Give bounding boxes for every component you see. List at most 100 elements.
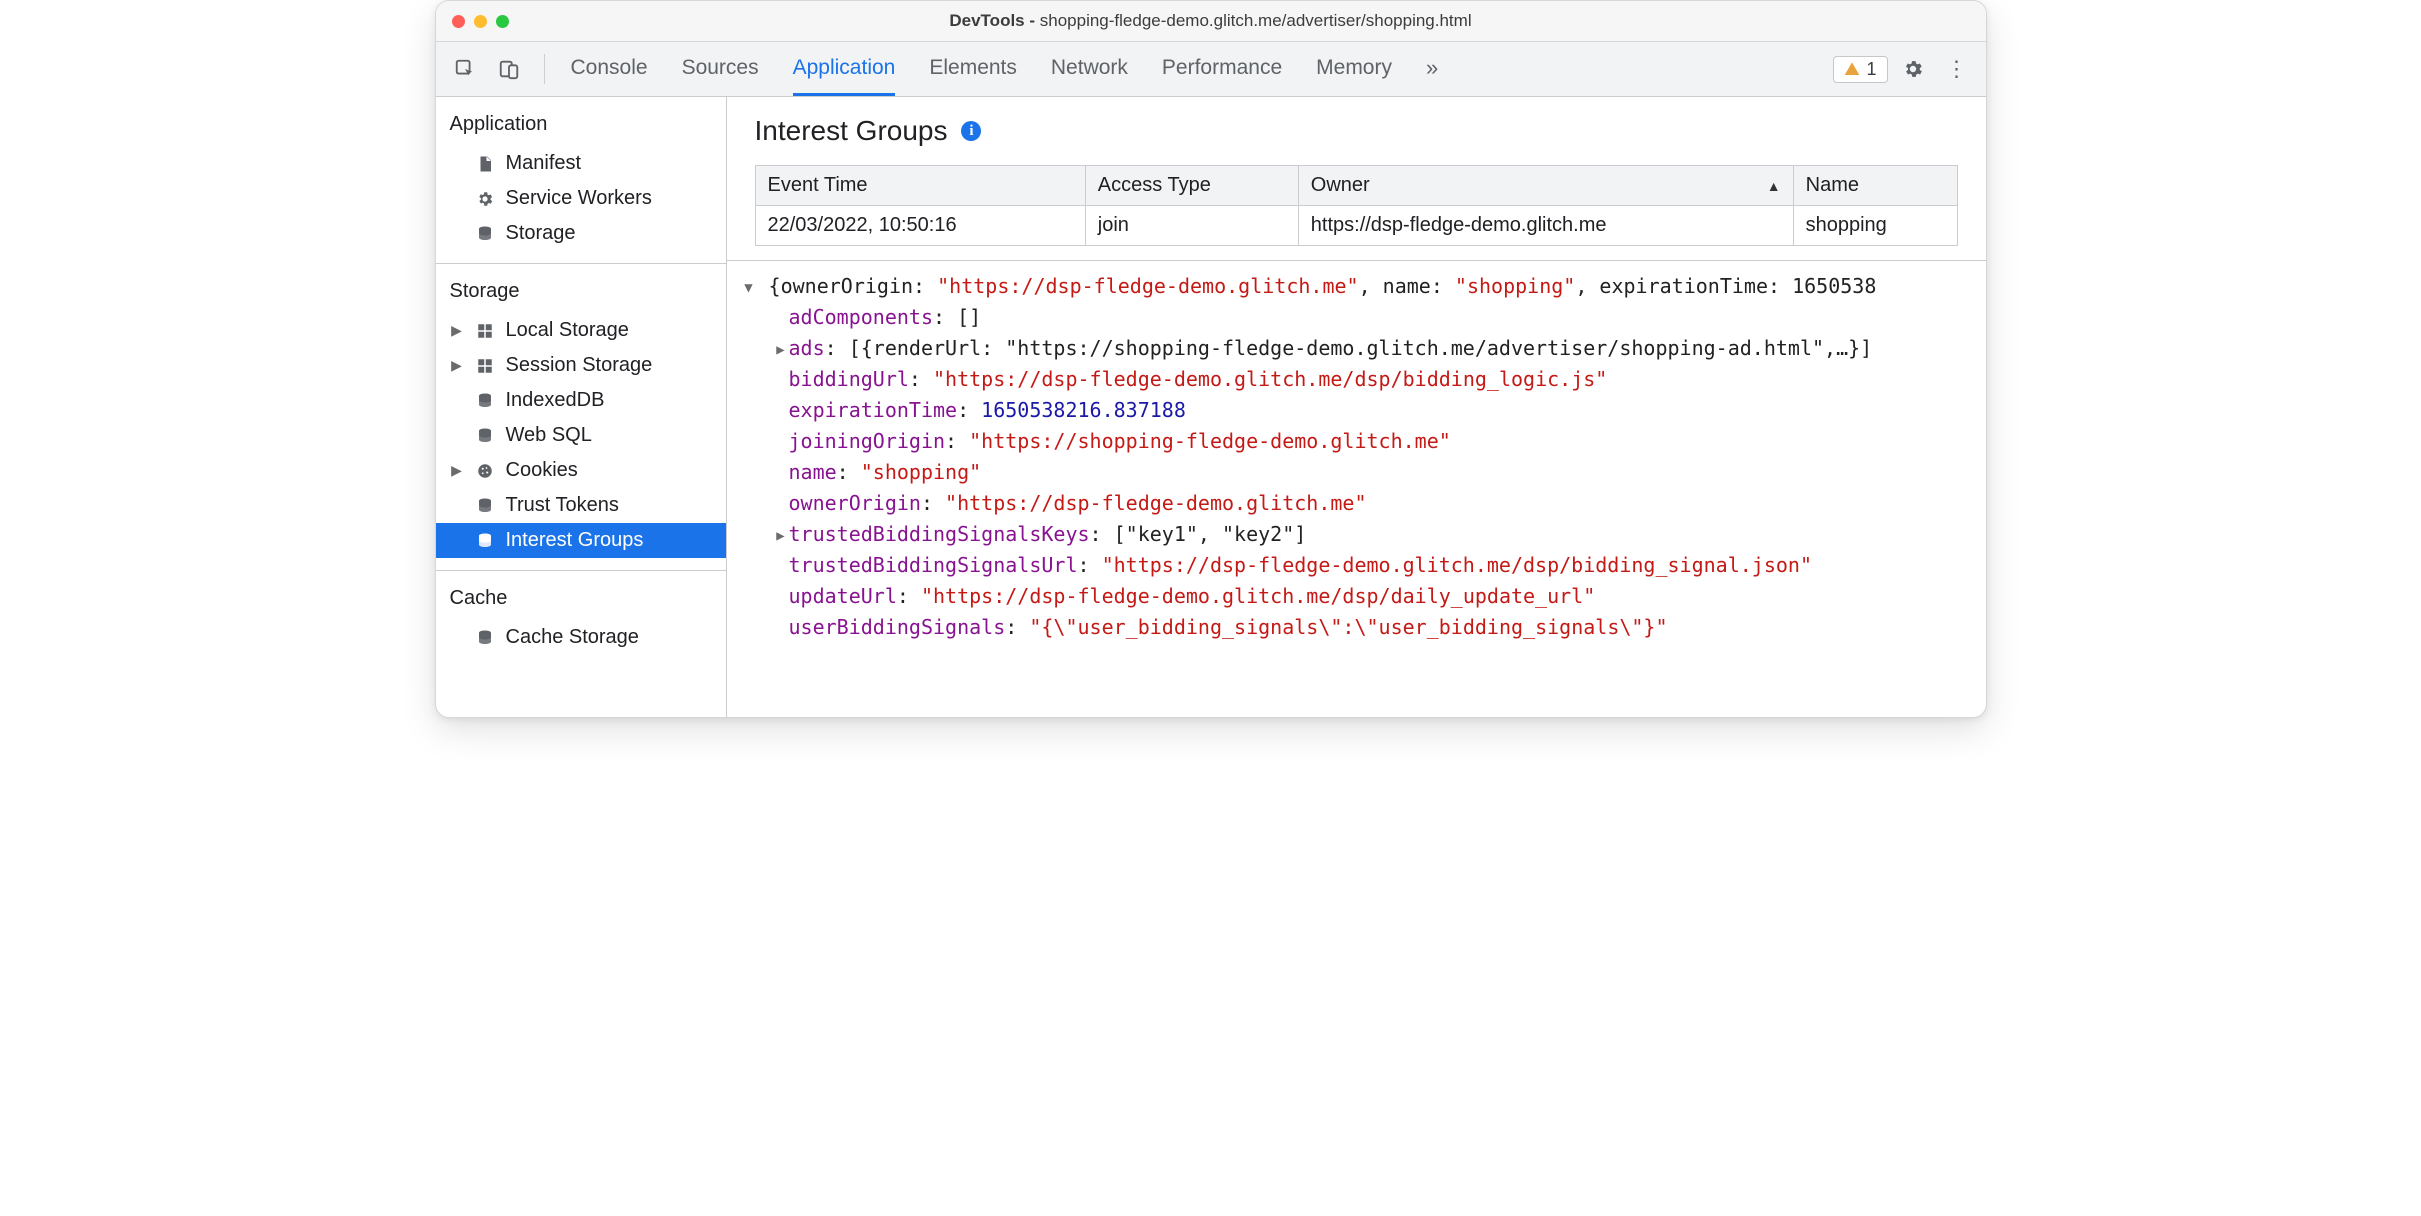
grid-icon — [474, 357, 496, 375]
cookie-icon — [474, 462, 496, 480]
console-warnings-pill[interactable]: 1 — [1833, 56, 1887, 83]
sidebar-section-cache: Cache — [436, 583, 726, 620]
warning-count: 1 — [1866, 59, 1876, 80]
more-icon[interactable]: ⋮ — [1938, 50, 1976, 88]
cell-event-time: 22/03/2022, 10:50:16 — [755, 206, 1085, 246]
sidebar-item-manifest[interactable]: Manifest — [436, 146, 726, 181]
devtools-toolbar: Console Sources Application Elements Net… — [436, 42, 1986, 97]
sidebar-item-label: Cache Storage — [506, 626, 639, 649]
application-sidebar: Application Manifest Service Workers Storag… — [436, 97, 727, 717]
zoom-window-button[interactable] — [496, 15, 509, 28]
tab-network[interactable]: Network — [1051, 42, 1128, 96]
sidebar-item-interest-groups[interactable]: Interest Groups — [436, 523, 726, 558]
title-prefix: DevTools - — [949, 11, 1039, 30]
window-title: DevTools - shopping-fledge-demo.glitch.m… — [436, 11, 1986, 31]
sidebar-item-label: Storage — [506, 222, 576, 245]
sidebar-item-label: Local Storage — [506, 319, 629, 342]
col-access-type[interactable]: Access Type — [1085, 166, 1298, 206]
sidebar-item-trust-tokens[interactable]: Trust Tokens — [436, 488, 726, 523]
disclosure-icon[interactable]: ▶ — [450, 462, 464, 479]
info-icon[interactable]: i — [961, 121, 981, 141]
object-viewer: ▼ {ownerOrigin: "https://dsp-fledge-demo… — [727, 260, 1986, 657]
title-url: shopping-fledge-demo.glitch.me/advertise… — [1040, 11, 1472, 30]
col-owner[interactable]: Owner ▲ — [1298, 166, 1793, 206]
sidebar-item-label: Web SQL — [506, 424, 592, 447]
summary-exp-val: 1650538 — [1792, 274, 1876, 298]
db-icon — [474, 497, 496, 515]
prop-ownerorigin[interactable]: ownerOrigin: "https://dsp-fledge-demo.gl… — [741, 488, 1972, 519]
summary-name: "shopping" — [1455, 274, 1575, 298]
sidebar-item-session-storage[interactable]: ▶ Session Storage — [436, 348, 726, 383]
tabs-overflow-icon[interactable]: » — [1426, 42, 1438, 96]
panel-heading: Interest Groups i — [755, 115, 1986, 147]
file-icon — [474, 155, 496, 173]
sidebar-item-label: Trust Tokens — [506, 494, 619, 517]
db-icon — [474, 629, 496, 647]
traffic-lights — [452, 15, 509, 28]
tab-application[interactable]: Application — [793, 42, 896, 96]
settings-icon[interactable] — [1894, 50, 1932, 88]
col-name[interactable]: Name — [1793, 166, 1957, 206]
summary-owner-origin: "https://dsp-fledge-demo.glitch.me" — [937, 274, 1358, 298]
events-table: Event Time Access Type Owner ▲ Name 22/03… — [755, 165, 1958, 246]
gear-icon — [474, 190, 496, 208]
disclosure-open-icon[interactable]: ▼ — [741, 278, 757, 300]
cell-owner: https://dsp-fledge-demo.glitch.me — [1298, 206, 1793, 246]
devtools-window: DevTools - shopping-fledge-demo.glitch.m… — [435, 0, 1987, 718]
sidebar-item-service-workers[interactable]: Service Workers — [436, 181, 726, 216]
table-row[interactable]: 22/03/2022, 10:50:16 join https://dsp-fl… — [755, 206, 1957, 246]
sidebar-item-label: IndexedDB — [506, 389, 605, 412]
sidebar-section-application: Application — [436, 109, 726, 146]
sidebar-item-label: Service Workers — [506, 187, 652, 210]
prop-ads[interactable]: ▶ads: [{renderUrl: "https://shopping-fle… — [741, 333, 1972, 364]
sidebar-item-web-sql[interactable]: Web SQL — [436, 418, 726, 453]
prop-joiningorigin[interactable]: joiningOrigin: "https://shopping-fledge-… — [741, 426, 1972, 457]
sidebar-item-cache-storage[interactable]: Cache Storage — [436, 620, 726, 655]
sidebar-item-storage[interactable]: Storage — [436, 216, 726, 251]
tab-performance[interactable]: Performance — [1162, 42, 1282, 96]
prop-biddingurl[interactable]: biddingUrl: "https://dsp-fledge-demo.gli… — [741, 364, 1972, 395]
tab-memory[interactable]: Memory — [1316, 42, 1392, 96]
panel-heading-text: Interest Groups — [755, 115, 948, 147]
cell-access-type: join — [1085, 206, 1298, 246]
disclosure-closed-icon[interactable]: ▶ — [773, 340, 789, 362]
main-split: Application Manifest Service Workers Storag… — [436, 97, 1986, 717]
col-owner-label: Owner — [1311, 174, 1370, 196]
inspect-element-icon[interactable] — [446, 50, 484, 88]
sidebar-item-label: Session Storage — [506, 354, 653, 377]
warning-icon — [1844, 61, 1860, 77]
tab-console[interactable]: Console — [571, 42, 648, 96]
minimize-window-button[interactable] — [474, 15, 487, 28]
prop-tbs-keys[interactable]: ▶trustedBiddingSignalsKeys: ["key1", "ke… — [741, 519, 1972, 550]
grid-icon — [474, 322, 496, 340]
summary-exp-key: expirationTime — [1599, 274, 1768, 298]
object-root[interactable]: ▼ {ownerOrigin: "https://dsp-fledge-demo… — [741, 271, 1972, 302]
col-event-time[interactable]: Event Time — [755, 166, 1085, 206]
sidebar-item-local-storage[interactable]: ▶ Local Storage — [436, 313, 726, 348]
db-icon — [474, 532, 496, 550]
sidebar-section-storage: Storage — [436, 276, 726, 313]
close-window-button[interactable] — [452, 15, 465, 28]
prop-expirationtime[interactable]: expirationTime: 1650538216.837188 — [741, 395, 1972, 426]
disclosure-icon[interactable]: ▶ — [450, 322, 464, 339]
db-icon — [474, 225, 496, 243]
tab-elements[interactable]: Elements — [929, 42, 1017, 96]
toolbar-separator — [544, 54, 545, 84]
sort-asc-icon: ▲ — [1767, 178, 1781, 194]
tab-sources[interactable]: Sources — [682, 42, 759, 96]
sidebar-item-label: Interest Groups — [506, 529, 644, 552]
disclosure-closed-icon[interactable]: ▶ — [773, 526, 789, 548]
sidebar-item-label: Manifest — [506, 152, 582, 175]
prop-tbs-url[interactable]: trustedBiddingSignalsUrl: "https://dsp-f… — [741, 550, 1972, 581]
prop-adcomponents[interactable]: adComponents: [] — [741, 302, 1972, 333]
panel-tabs: Console Sources Application Elements Net… — [571, 42, 1439, 96]
prop-userbiddingsignals[interactable]: userBiddingSignals: "{\"user_bidding_sig… — [741, 612, 1972, 643]
db-icon — [474, 427, 496, 445]
prop-name[interactable]: name: "shopping" — [741, 457, 1972, 488]
prop-updateurl[interactable]: updateUrl: "https://dsp-fledge-demo.glit… — [741, 581, 1972, 612]
interest-groups-panel: Interest Groups i Event Time Access Type… — [727, 97, 1986, 717]
sidebar-item-cookies[interactable]: ▶Cookies — [436, 453, 726, 488]
sidebar-item-indexeddb[interactable]: IndexedDB — [436, 383, 726, 418]
disclosure-icon[interactable]: ▶ — [450, 357, 464, 374]
device-toggle-icon[interactable] — [490, 50, 528, 88]
